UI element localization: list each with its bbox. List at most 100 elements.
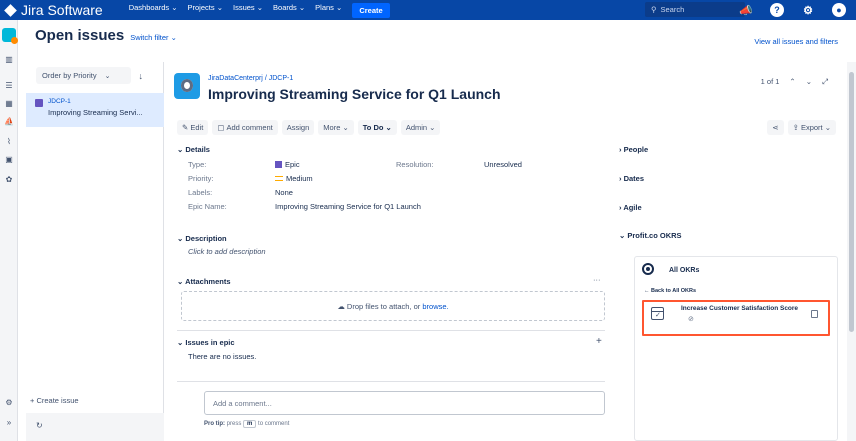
attachments-heading[interactable]: ⌄ Attachments <box>177 277 231 286</box>
refresh-icon[interactable]: ↻ <box>36 421 43 430</box>
add-comment-button[interactable]: ▢ Add comment <box>212 120 278 135</box>
back-to-all-okrs-link[interactable]: ← Back to All OKRs <box>644 288 696 294</box>
view-all-filters-link[interactable]: View all issues and filters <box>754 37 838 46</box>
sort-direction-icon[interactable]: ↓ <box>139 71 144 81</box>
user-avatar[interactable]: ● <box>832 3 846 17</box>
attachments-heading-text: Attachments <box>185 277 231 286</box>
comment-input[interactable]: Add a comment... <box>204 391 605 415</box>
share-icon[interactable]: ⋖ <box>767 120 784 135</box>
main-nav: Dashboards ⌄ Projects ⌄ Issues ⌄ Boards … <box>129 2 400 18</box>
people-section[interactable]: › People <box>619 145 648 154</box>
edit-button[interactable]: ✎ Edit <box>177 120 209 135</box>
link-icon: ⊘ <box>688 316 694 323</box>
top-navigation-bar: Jira Software Dashboards ⌄ Projects ⌄ Is… <box>0 0 856 20</box>
columns-icon[interactable]: ▦ <box>4 100 14 108</box>
browse-link[interactable]: browse. <box>422 302 448 311</box>
previous-issue-icon[interactable]: ⌃ <box>789 77 795 87</box>
list-footer: ↻ <box>26 413 164 441</box>
add-issue-plus-icon[interactable]: + <box>596 336 602 347</box>
list-item-key: JDCP-1 <box>48 98 71 105</box>
board-icon[interactable]: ▥ <box>4 56 14 64</box>
search-placeholder: Search <box>660 5 685 14</box>
description-heading[interactable]: ⌄ Description <box>177 234 227 243</box>
okr-card-highlighted[interactable]: Increase Customer Satisfaction Score ⊘ <box>642 300 830 336</box>
scrollbar-thumb[interactable] <box>849 72 854 332</box>
epic-name-value[interactable]: Improving Streaming Service for Q1 Launc… <box>275 202 421 211</box>
expand-sidebar-icon[interactable]: » <box>4 419 14 427</box>
create-button[interactable]: Create <box>352 2 390 18</box>
order-by-dropdown[interactable]: Order by Priority ⌄ ↓ <box>36 67 143 84</box>
status-dropdown[interactable]: To Do ⌄ <box>357 120 397 135</box>
releases-icon[interactable]: ⛵ <box>4 118 14 126</box>
export-button[interactable]: ⇪ Export ⌄ <box>787 120 836 135</box>
project-avatar-large <box>174 73 200 99</box>
agile-section[interactable]: › Agile <box>619 203 642 212</box>
pencil-icon: ✎ <box>182 123 191 132</box>
components-icon[interactable]: ✿ <box>4 176 14 184</box>
nav-boards[interactable]: Boards ⌄ <box>273 3 305 18</box>
more-button[interactable]: More ⌄ <box>318 120 354 135</box>
issue-toolbar-right: ⋖ ⇪ Export ⌄ <box>767 120 836 135</box>
breadcrumb-separator: / <box>264 75 267 82</box>
assign-button[interactable]: Assign <box>281 120 315 135</box>
notifications-icon[interactable]: 📣 <box>739 3 753 17</box>
document-icon[interactable] <box>811 310 818 318</box>
description-placeholder[interactable]: Click to add description <box>188 247 266 256</box>
okr-panel-title: All OKRs <box>669 267 700 274</box>
priority-medium-icon <box>275 176 283 181</box>
jira-logo[interactable]: Jira Software <box>4 2 103 18</box>
profit-okrs-heading: Profit.co OKRS <box>627 231 682 240</box>
help-icon[interactable]: ? <box>770 3 784 17</box>
add-comment-label: Add comment <box>226 123 273 132</box>
reports-icon[interactable]: ⌇ <box>4 138 14 146</box>
pro-tip-prefix: Pro tip: <box>204 421 225 427</box>
page-scrollbar[interactable] <box>847 62 856 441</box>
next-issue-icon[interactable]: ⌄ <box>806 77 812 87</box>
issue-title[interactable]: Improving Streaming Service for Q1 Launc… <box>208 86 501 102</box>
nav-projects[interactable]: Projects ⌄ <box>188 3 223 18</box>
breadcrumb: JiraDataCenterprj / JDCP-1 <box>208 75 293 82</box>
project-avatar[interactable] <box>2 28 18 44</box>
settings-gear-icon[interactable]: ⚙ <box>801 3 815 17</box>
agile-heading: Agile <box>623 203 642 212</box>
list-item[interactable]: JDCP-1 Improving Streaming Servi... <box>26 93 164 127</box>
nav-issues[interactable]: Issues ⌄ <box>233 3 263 18</box>
resolution-label: Resolution: <box>396 160 434 169</box>
attachment-dropzone[interactable]: ☁ Drop files to attach, or browse. <box>181 291 605 321</box>
search-input[interactable]: ⚲ Search <box>645 2 745 17</box>
expand-icon[interactable]: ⤢ <box>822 77 828 87</box>
issues-icon[interactable]: ▣ <box>4 156 14 164</box>
resolution-value: Unresolved <box>484 160 522 169</box>
epic-name-label: Epic Name: <box>188 202 227 211</box>
okr-card-title[interactable]: Increase Customer Satisfaction Score <box>681 305 798 312</box>
nav-plans[interactable]: Plans ⌄ <box>315 3 342 18</box>
labels-value[interactable]: None <box>275 188 293 197</box>
create-issue-link[interactable]: + Create issue <box>30 396 79 405</box>
pro-tip-suffix: to comment <box>258 421 290 427</box>
issue-toolbar: ✎ Edit ▢ Add comment Assign More ⌄ To Do… <box>177 120 441 135</box>
target-icon <box>642 263 654 275</box>
pro-tip-press: press <box>226 421 242 427</box>
switch-filter-button[interactable]: Switch filter ⌄ <box>130 33 177 42</box>
admin-button[interactable]: Admin ⌄ <box>400 120 441 135</box>
nav-dashboards[interactable]: Dashboards ⌄ <box>129 3 178 18</box>
pager-count: 1 of 1 <box>760 77 780 86</box>
dates-section[interactable]: › Dates <box>619 174 644 183</box>
profit-okrs-section[interactable]: ⌄ Profit.co OKRS <box>619 231 682 240</box>
issues-in-epic-heading-text: Issues in epic <box>185 338 235 347</box>
sidebar-settings-icon[interactable]: ⚙ <box>4 399 14 407</box>
description-heading-text: Description <box>185 234 227 243</box>
breadcrumb-project[interactable]: JiraDataCenterprj <box>208 75 263 82</box>
dates-heading: Dates <box>623 174 645 183</box>
list-item-summary: Improving Streaming Servi... <box>48 108 143 117</box>
priority-value[interactable]: Medium <box>275 174 313 183</box>
comment-icon: ▢ <box>217 123 227 132</box>
chevron-down-icon: ⌄ <box>104 72 111 80</box>
backlog-icon[interactable]: ☰ <box>4 82 14 90</box>
breadcrumb-issue-key[interactable]: JDCP-1 <box>269 75 294 82</box>
attachments-more-icon[interactable]: ··· <box>593 275 601 284</box>
details-heading[interactable]: ⌄ Details <box>177 145 210 154</box>
issues-in-epic-heading[interactable]: ⌄ Issues in epic <box>177 338 235 347</box>
epic-icon <box>275 161 282 168</box>
details-heading-text: Details <box>185 145 210 154</box>
